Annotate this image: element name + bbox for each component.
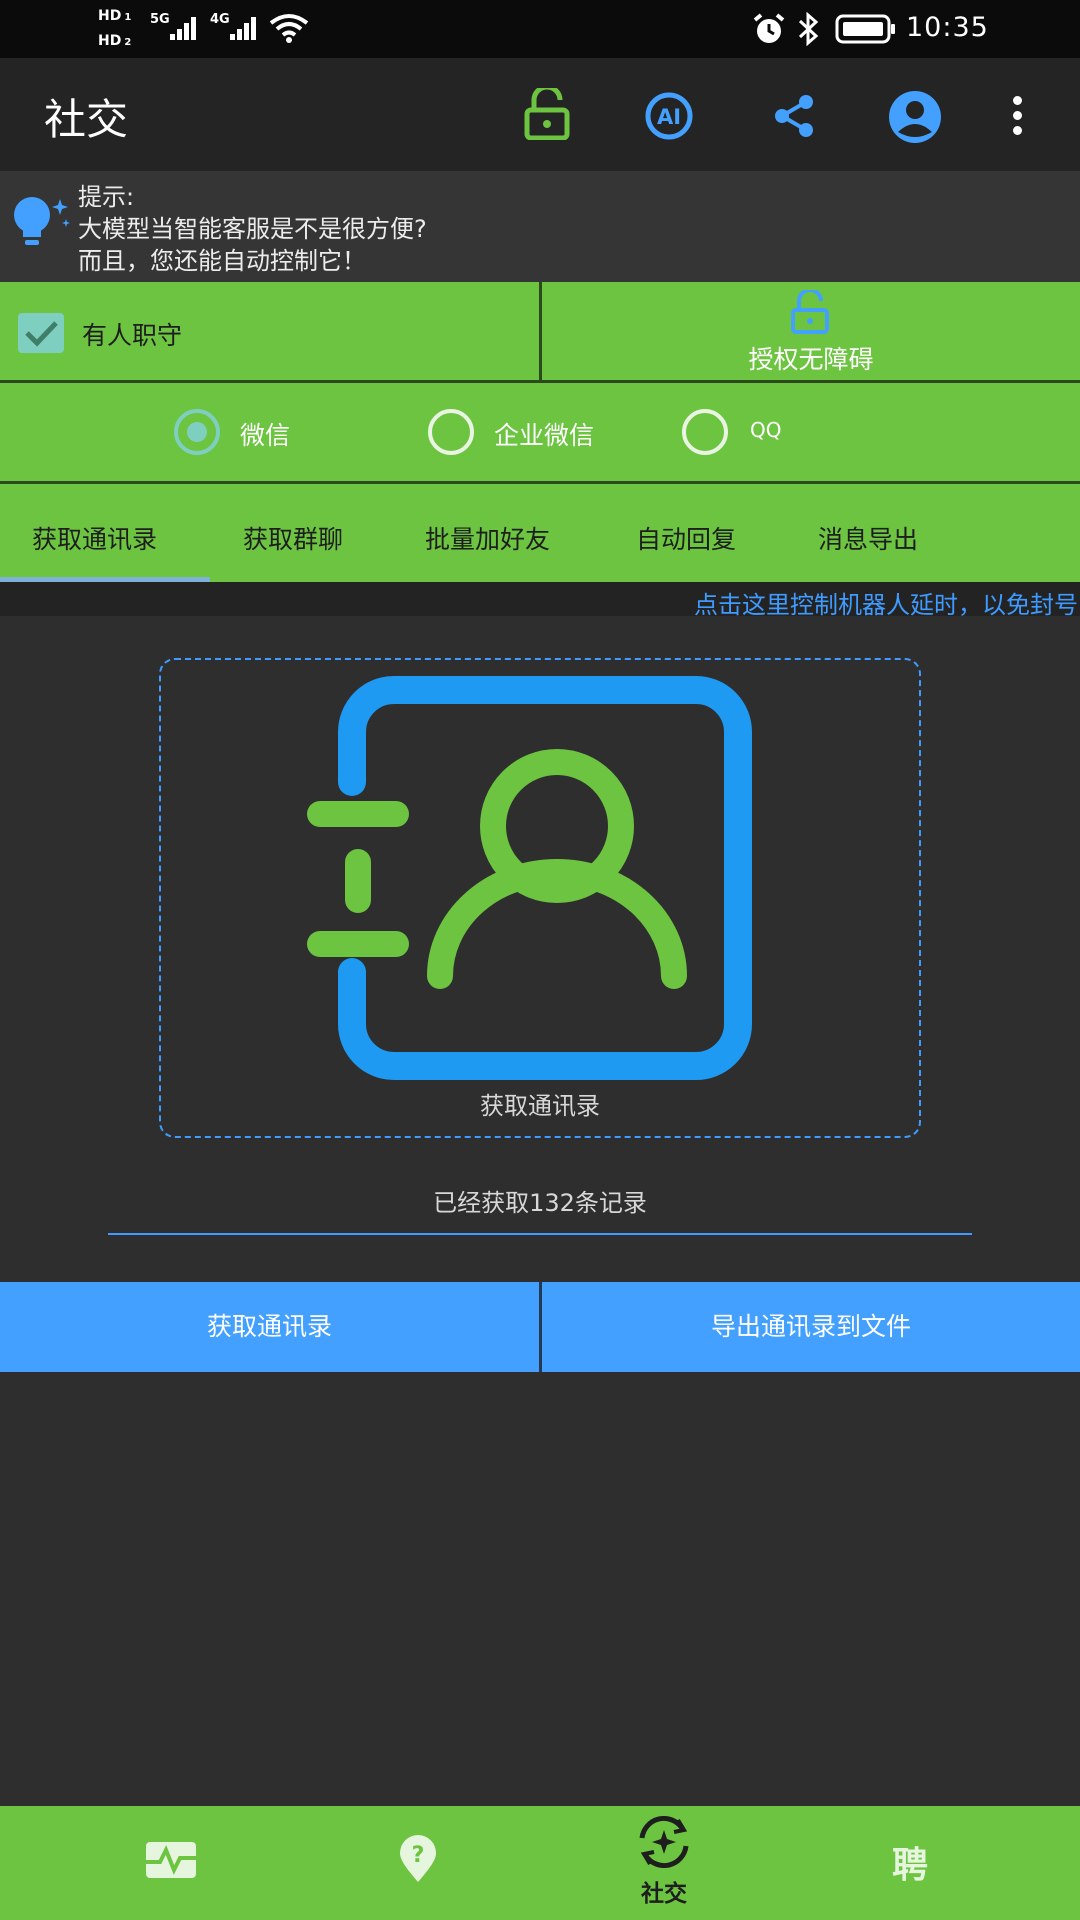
radio-qq-circle[interactable] (682, 409, 728, 455)
account-icon[interactable] (888, 90, 942, 144)
svg-text:?: ? (412, 1843, 425, 1868)
help-location-icon: ? (400, 1835, 436, 1882)
hd1-text: HD (98, 8, 122, 24)
tab-message-export[interactable]: 消息导出 (818, 520, 918, 556)
radio-wechat[interactable]: 微信 (170, 406, 320, 458)
page-title: 社交 (44, 95, 129, 144)
ai-icon-label: AI (657, 105, 681, 129)
accessibility-label: 授权无障碍 (748, 345, 874, 374)
tab-auto-reply[interactable]: 自动回复 (636, 520, 736, 556)
tab-group-chats[interactable]: 获取群聊 (243, 520, 343, 556)
nav-item-help[interactable]: ? (348, 1826, 488, 1906)
tip-line-1: 大模型当智能客服是不是很方便? (78, 215, 427, 243)
hd1-indicator: HD 1 (98, 8, 131, 26)
hd2-sub: 2 (124, 37, 132, 48)
status-bar: HD 1 HD 2 5G 4G 10:35 (0, 0, 1080, 58)
robot-delay-link[interactable]: 点击这里控制机器人延时，以免封号 (694, 585, 1078, 620)
hd2-text: HD (98, 33, 122, 49)
lightbulb-icon (14, 197, 70, 245)
pulse-icon (146, 1842, 196, 1878)
share-icon[interactable] (774, 94, 814, 138)
alarm-icon (753, 13, 785, 43)
ai-icon[interactable]: AI (644, 91, 694, 141)
nav-item-recruit[interactable]: 聘 (840, 1826, 980, 1906)
signal-icon (230, 17, 256, 40)
attended-label: 有人职守 (82, 321, 183, 350)
radio-qq[interactable]: QQ (678, 406, 808, 458)
contacts-book-icon (307, 676, 752, 1080)
radio-wechat-circle[interactable] (174, 409, 220, 455)
bottom-nav: ? 社交 聘 (0, 1806, 1080, 1920)
attended-checkbox[interactable] (18, 313, 64, 353)
radio-wecom-label: 企业微信 (494, 421, 595, 450)
radio-wecom[interactable]: 企业微信 (424, 406, 624, 458)
tip-text: 提示: 大模型当智能客服是不是很方便? 而且，您还能自动控制它！ (78, 181, 427, 277)
clock: 10:35 (906, 12, 989, 43)
nav-item-social[interactable]: 社交 (594, 1814, 734, 1914)
export-contacts-button[interactable]: 导出通讯录到文件 (542, 1282, 1080, 1372)
unlock-icon (791, 290, 829, 334)
radio-wechat-label: 微信 (240, 421, 291, 450)
nav-item-social-label: 社交 (641, 1881, 687, 1907)
record-count-status: 已经获取132条记录 (433, 1189, 647, 1217)
more-icon[interactable] (1010, 96, 1024, 136)
fetch-contacts-button[interactable]: 获取通讯录 (0, 1282, 539, 1372)
app-bar: 社交 AI (0, 58, 1080, 171)
nav-item-pulse[interactable] (100, 1826, 240, 1906)
radio-wecom-circle[interactable] (428, 409, 474, 455)
hd1-sub: 1 (124, 12, 132, 23)
unlock-icon[interactable] (522, 88, 572, 140)
tab-batch-add-friends[interactable]: 批量加好友 (425, 520, 550, 556)
accessibility-authorize-button[interactable]: 授权无障碍 (542, 282, 1080, 380)
battery-icon (835, 14, 895, 44)
signal-icon (170, 17, 196, 40)
hd2-indicator: HD 2 (98, 33, 131, 51)
radio-qq-label: QQ (750, 418, 782, 442)
wifi-icon (269, 14, 309, 43)
social-icon (639, 1816, 689, 1868)
status-underline (108, 1233, 972, 1235)
tip-heading: 提示: (78, 183, 135, 211)
tip-banner: 提示: 大模型当智能客服是不是很方便? 而且，您还能自动控制它！ (0, 171, 1080, 282)
attended-checkbox-row[interactable]: 有人职守 (0, 282, 539, 380)
tab-contacts[interactable]: 获取通讯录 (32, 520, 157, 556)
recruit-icon: 聘 (891, 1845, 928, 1886)
bluetooth-icon (798, 12, 819, 46)
check-icon (25, 321, 58, 347)
card-caption: 获取通讯录 (480, 1092, 600, 1120)
tip-line-2: 而且，您还能自动控制它！ (78, 247, 366, 275)
